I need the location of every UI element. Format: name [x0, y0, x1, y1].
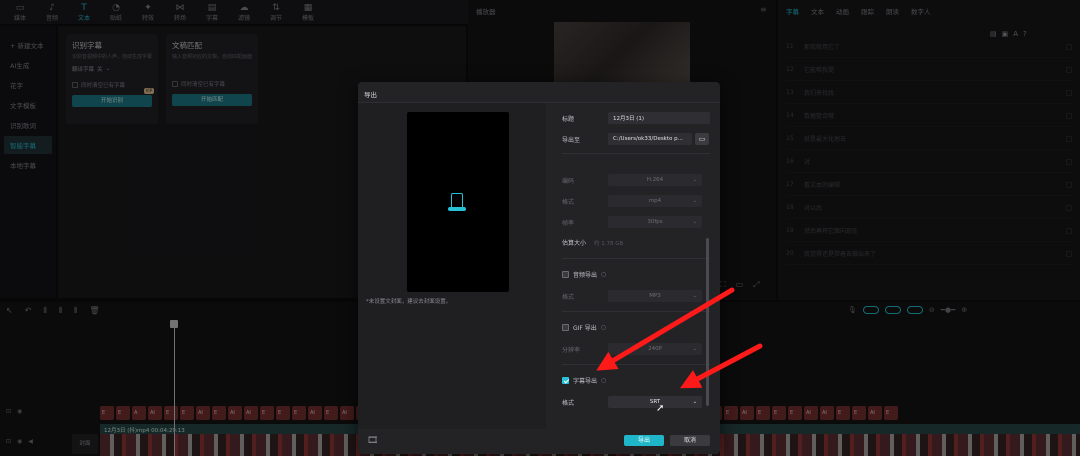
section-label: 字幕导出 [573, 378, 598, 385]
dialog-title: 导出 [364, 91, 377, 99]
info-icon: ○ [601, 377, 607, 384]
estimate-row: 估算大小 约 1.78 GB [562, 238, 623, 247]
checkbox-checked [562, 377, 569, 384]
audio-format-row: 格式 MP3 ⌄ [562, 290, 702, 302]
export-button[interactable]: 导出 [624, 435, 664, 446]
caption-format-select[interactable]: SRT ⌄ [608, 396, 702, 408]
audio-format-select[interactable]: MP3 ⌄ [608, 290, 702, 302]
format-row: 格式 mp4 ⌄ [562, 195, 702, 207]
codec-select[interactable]: H.264 ⌄ [608, 174, 702, 186]
select-value: mp4 [648, 198, 662, 204]
caption-export-toggle[interactable]: 字幕导出 ○ [562, 376, 606, 385]
section-label: GIF 导出 [573, 325, 597, 332]
preview-note: *未设置文封面，建议去封面设置。 [366, 299, 452, 305]
chevron-down-icon: ⌄ [692, 346, 697, 352]
fps-row: 帧率 30fps ⌄ [562, 216, 702, 228]
folder-icon[interactable]: ▭ [695, 133, 709, 145]
caption-format-label: 格式 [562, 399, 575, 407]
path-label: 导出至 [562, 136, 581, 144]
title-label: 标题 [562, 115, 575, 123]
codec-row: 编码 H.264 ⌄ [562, 174, 702, 186]
caption-format-row: 格式 SRT ⌄ [562, 396, 702, 408]
path-row: 导出至 C:/Users/ok33/Deskto p... [562, 133, 692, 145]
phone-icon-base [448, 207, 466, 211]
chevron-down-icon: ⌄ [692, 198, 697, 204]
fps-select[interactable]: 30fps ⌄ [608, 216, 702, 228]
chevron-down-icon: ⌄ [692, 293, 697, 299]
chevron-down-icon: ⌄ [692, 219, 697, 225]
title-row: 标题 12月3日 (1) [562, 112, 710, 124]
audio-format-label: 格式 [562, 293, 575, 301]
divider [562, 364, 710, 365]
gif-res-label: 分辨率 [562, 346, 581, 354]
film-icon[interactable]: 🎞 [367, 436, 378, 446]
format-select[interactable]: mp4 ⌄ [608, 195, 702, 207]
path-input[interactable]: C:/Users/ok33/Deskto p... [608, 133, 692, 145]
chevron-down-icon: ⌄ [692, 177, 697, 183]
select-value: 30fps [647, 219, 663, 225]
audio-export-toggle[interactable]: 音频导出 ○ [562, 270, 606, 279]
mouse-cursor-icon: ➚ [656, 403, 665, 414]
section-label: 音频导出 [573, 272, 598, 279]
info-icon: ○ [600, 324, 607, 331]
select-value: MP3 [649, 293, 661, 299]
select-value: H.264 [646, 177, 664, 183]
estimate-value: 约 1.78 GB [594, 240, 624, 247]
cancel-button[interactable]: 取消 [670, 435, 710, 446]
fps-label: 帧率 [562, 219, 575, 227]
dialog-scrollbar[interactable] [706, 238, 709, 406]
checkbox-box [562, 324, 569, 331]
divider [562, 311, 710, 312]
select-value: 240P [648, 346, 662, 352]
title-input[interactable]: 12月3日 (1) [608, 112, 710, 124]
gif-export-toggle[interactable]: GIF 导出 ○ [562, 323, 606, 332]
format-label: 格式 [562, 198, 575, 206]
checkbox-box [562, 271, 569, 278]
divider [562, 153, 710, 154]
info-icon: ○ [601, 271, 607, 278]
chevron-down-icon: ⌄ [692, 399, 697, 405]
estimate-label: 估算大小 [562, 240, 587, 247]
codec-label: 编码 [562, 177, 575, 185]
gif-res-select[interactable]: 240P ⌄ [608, 343, 702, 355]
divider [562, 258, 710, 259]
gif-res-row: 分辨率 240P ⌄ [562, 343, 702, 355]
